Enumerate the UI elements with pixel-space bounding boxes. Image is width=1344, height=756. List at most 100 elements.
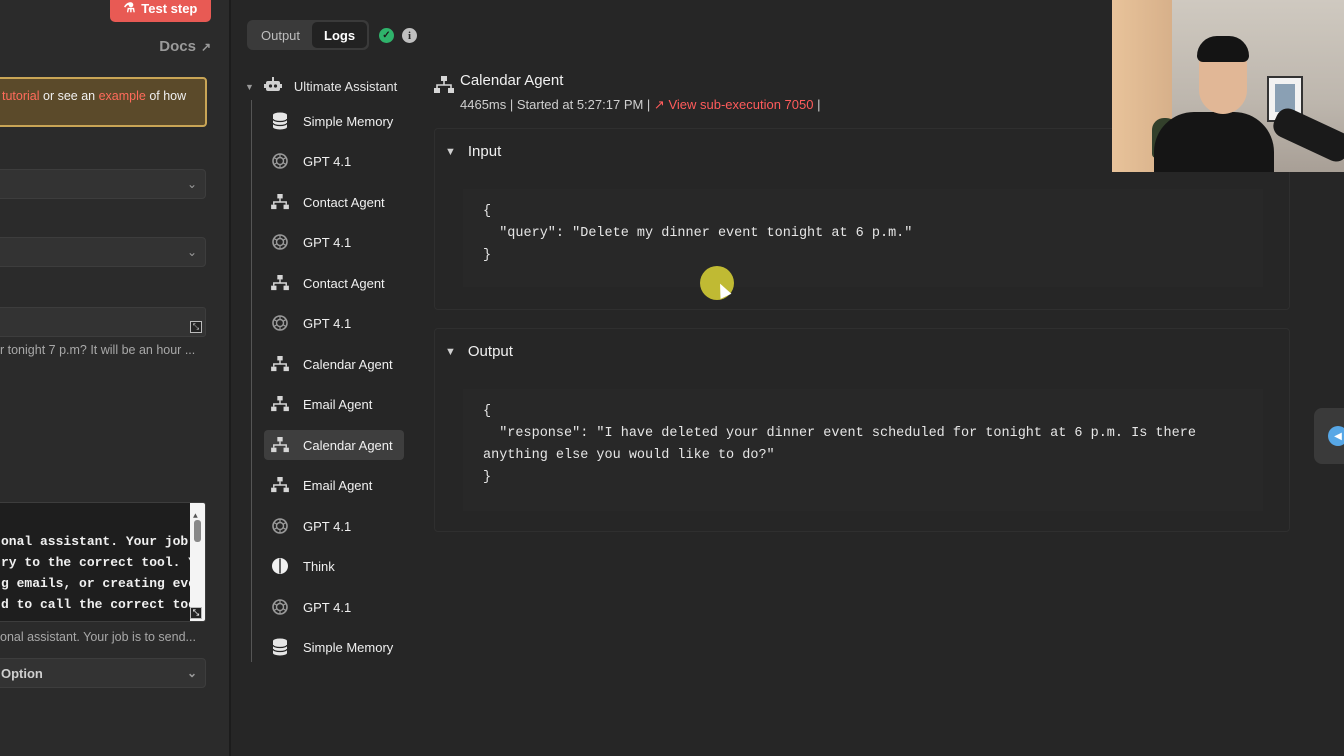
prompt-type-select[interactable]: ⌄: [0, 237, 206, 267]
sub-execution-link[interactable]: ↗ View sub-execution 7050: [654, 97, 814, 112]
brain-icon: [270, 556, 290, 576]
chevron-down-icon: ⌄: [186, 245, 197, 259]
output-heading: Output: [467, 343, 513, 360]
tree-item-label: GPT 4.1: [303, 599, 352, 615]
tree-item[interactable]: Contact Agent: [264, 187, 404, 217]
tree-item[interactable]: Think: [264, 551, 404, 581]
tree-item[interactable]: GPT 4.1: [264, 308, 404, 338]
node-parameters-panel: ⚗ Test step Docs ↗ tutorial or see an ex…: [0, 0, 229, 756]
agent-title: Calendar Agent: [460, 72, 564, 89]
option-label: Option: [1, 666, 43, 681]
robot-icon: [263, 77, 282, 96]
tree-item-label: GPT 4.1: [303, 234, 352, 250]
webcam-overlay: [1112, 0, 1344, 172]
execution-timing: 4465ms | Started at 5:27:17 PM |: [460, 97, 654, 112]
tutorial-tip-banner: tutorial or see an example of how: [0, 77, 207, 127]
openai-icon: [270, 597, 290, 617]
tree-item-label: Contact Agent: [303, 194, 385, 210]
webcam-microphone: [1269, 104, 1344, 166]
tree-item-label: GPT 4.1: [303, 518, 352, 534]
tutorial-link[interactable]: tutorial: [2, 89, 40, 103]
tree-item-label: Contact Agent: [303, 275, 385, 291]
caret-down-icon[interactable]: ▼: [245, 82, 254, 92]
tree-item[interactable]: Calendar Agent: [264, 349, 404, 379]
system-message-line-3: g emails, or creating eve: [1, 576, 197, 591]
tree-item[interactable]: Calendar Agent: [264, 430, 404, 460]
add-option-select[interactable]: Option ⌄: [0, 658, 206, 688]
tree-item[interactable]: GPT 4.1: [264, 511, 404, 541]
prompt-preview: r tonight 7 p.m? It will be an hour ...: [0, 343, 196, 357]
tab-logs[interactable]: Logs: [312, 22, 368, 48]
chevron-down-icon: ⌄: [186, 177, 197, 191]
workflow-icon: [270, 394, 290, 414]
docs-label: Docs: [159, 38, 196, 55]
chevron-down-icon[interactable]: ▼: [445, 346, 456, 358]
tip-middle-text: or see an: [39, 89, 99, 103]
workflow-icon: [270, 273, 290, 293]
workflow-icon: [434, 76, 454, 99]
tree-item-label: Email Agent: [303, 396, 373, 412]
tree-connector: [251, 100, 252, 662]
tree-item-label: Calendar Agent: [303, 356, 393, 372]
workflow-icon: [270, 192, 290, 212]
tree-item[interactable]: GPT 4.1: [264, 227, 404, 257]
workflow-icon: [270, 475, 290, 495]
tree-item-label: Simple Memory: [303, 113, 394, 129]
source-select[interactable]: ⌄: [0, 169, 206, 199]
database-icon: [270, 111, 290, 131]
system-message-editor[interactable]: onal assistant. Your job ry to the corre…: [0, 502, 206, 622]
tree-root-item[interactable]: ▼ Ultimate Assistant: [245, 77, 397, 96]
side-widget[interactable]: ◀: [1314, 408, 1344, 464]
tab-output[interactable]: Output: [249, 22, 312, 48]
tree-item-label: Simple Memory: [303, 639, 394, 655]
tree-item[interactable]: Email Agent: [264, 389, 404, 419]
workflow-icon: [270, 354, 290, 374]
database-icon: [270, 637, 290, 657]
meta-divider: |: [813, 97, 821, 112]
tree-item[interactable]: Simple Memory: [264, 632, 404, 662]
input-heading: Input: [467, 143, 502, 160]
tip-end-text: of how: [145, 89, 187, 103]
test-step-button[interactable]: ⚗ Test step: [110, 0, 211, 22]
example-link[interactable]: example: [99, 89, 146, 103]
output-json: { "response": "I have deleted your dinne…: [463, 389, 1263, 511]
tree-item-label: GPT 4.1: [303, 315, 352, 331]
tree-item-label: Think: [303, 558, 335, 574]
tree-item[interactable]: GPT 4.1: [264, 146, 404, 176]
chevron-down-icon: ⌄: [186, 666, 197, 680]
scroll-thumb[interactable]: [194, 520, 201, 542]
tree-item[interactable]: Simple Memory: [264, 106, 404, 136]
input-json: { "query": "Delete my dinner event tonig…: [463, 189, 1263, 287]
output-section: ▼ Output { "response": "I have deleted y…: [434, 328, 1290, 532]
input-section-header[interactable]: ▼ Input: [445, 143, 501, 160]
docs-link[interactable]: Docs ↗: [159, 38, 211, 55]
tree-item-label: GPT 4.1: [303, 153, 352, 169]
tree-item[interactable]: Email Agent: [264, 470, 404, 500]
output-section-header[interactable]: ▼ Output: [445, 343, 513, 360]
openai-icon: [270, 313, 290, 333]
agent-meta: 4465ms | Started at 5:27:17 PM | ↗ View …: [460, 97, 820, 113]
success-check-icon: ✓: [379, 28, 394, 43]
prompt-input[interactable]: ⤡: [0, 307, 206, 337]
openai-icon: [270, 232, 290, 252]
output-logs-tabs: Output Logs: [247, 20, 370, 50]
tree-item[interactable]: Contact Agent: [264, 268, 404, 298]
expand-icon[interactable]: ⤡: [190, 321, 202, 333]
workflow-icon: [270, 435, 290, 455]
tree-item-label: Calendar Agent: [303, 437, 393, 453]
webcam-presenter-hair: [1197, 36, 1249, 62]
tree-item-label: Email Agent: [303, 477, 373, 493]
tree-root-label: Ultimate Assistant: [293, 79, 398, 94]
webcam-presenter-body: [1154, 112, 1274, 172]
tree-item[interactable]: GPT 4.1: [264, 592, 404, 622]
expand-icon[interactable]: ⤡: [190, 607, 202, 619]
external-link-icon: ↗: [653, 97, 669, 112]
test-step-label: Test step: [141, 0, 198, 16]
info-icon[interactable]: i: [402, 28, 417, 43]
chevron-down-icon[interactable]: ▼: [445, 146, 456, 158]
system-message-line-4: d to call the correct too: [1, 597, 197, 612]
app-root: ⚗ Test step Docs ↗ tutorial or see an ex…: [0, 0, 1344, 756]
openai-icon: [270, 151, 290, 171]
system-message-preview: onal assistant. Your job is to send...: [0, 630, 196, 644]
send-icon: ◀: [1328, 426, 1344, 446]
